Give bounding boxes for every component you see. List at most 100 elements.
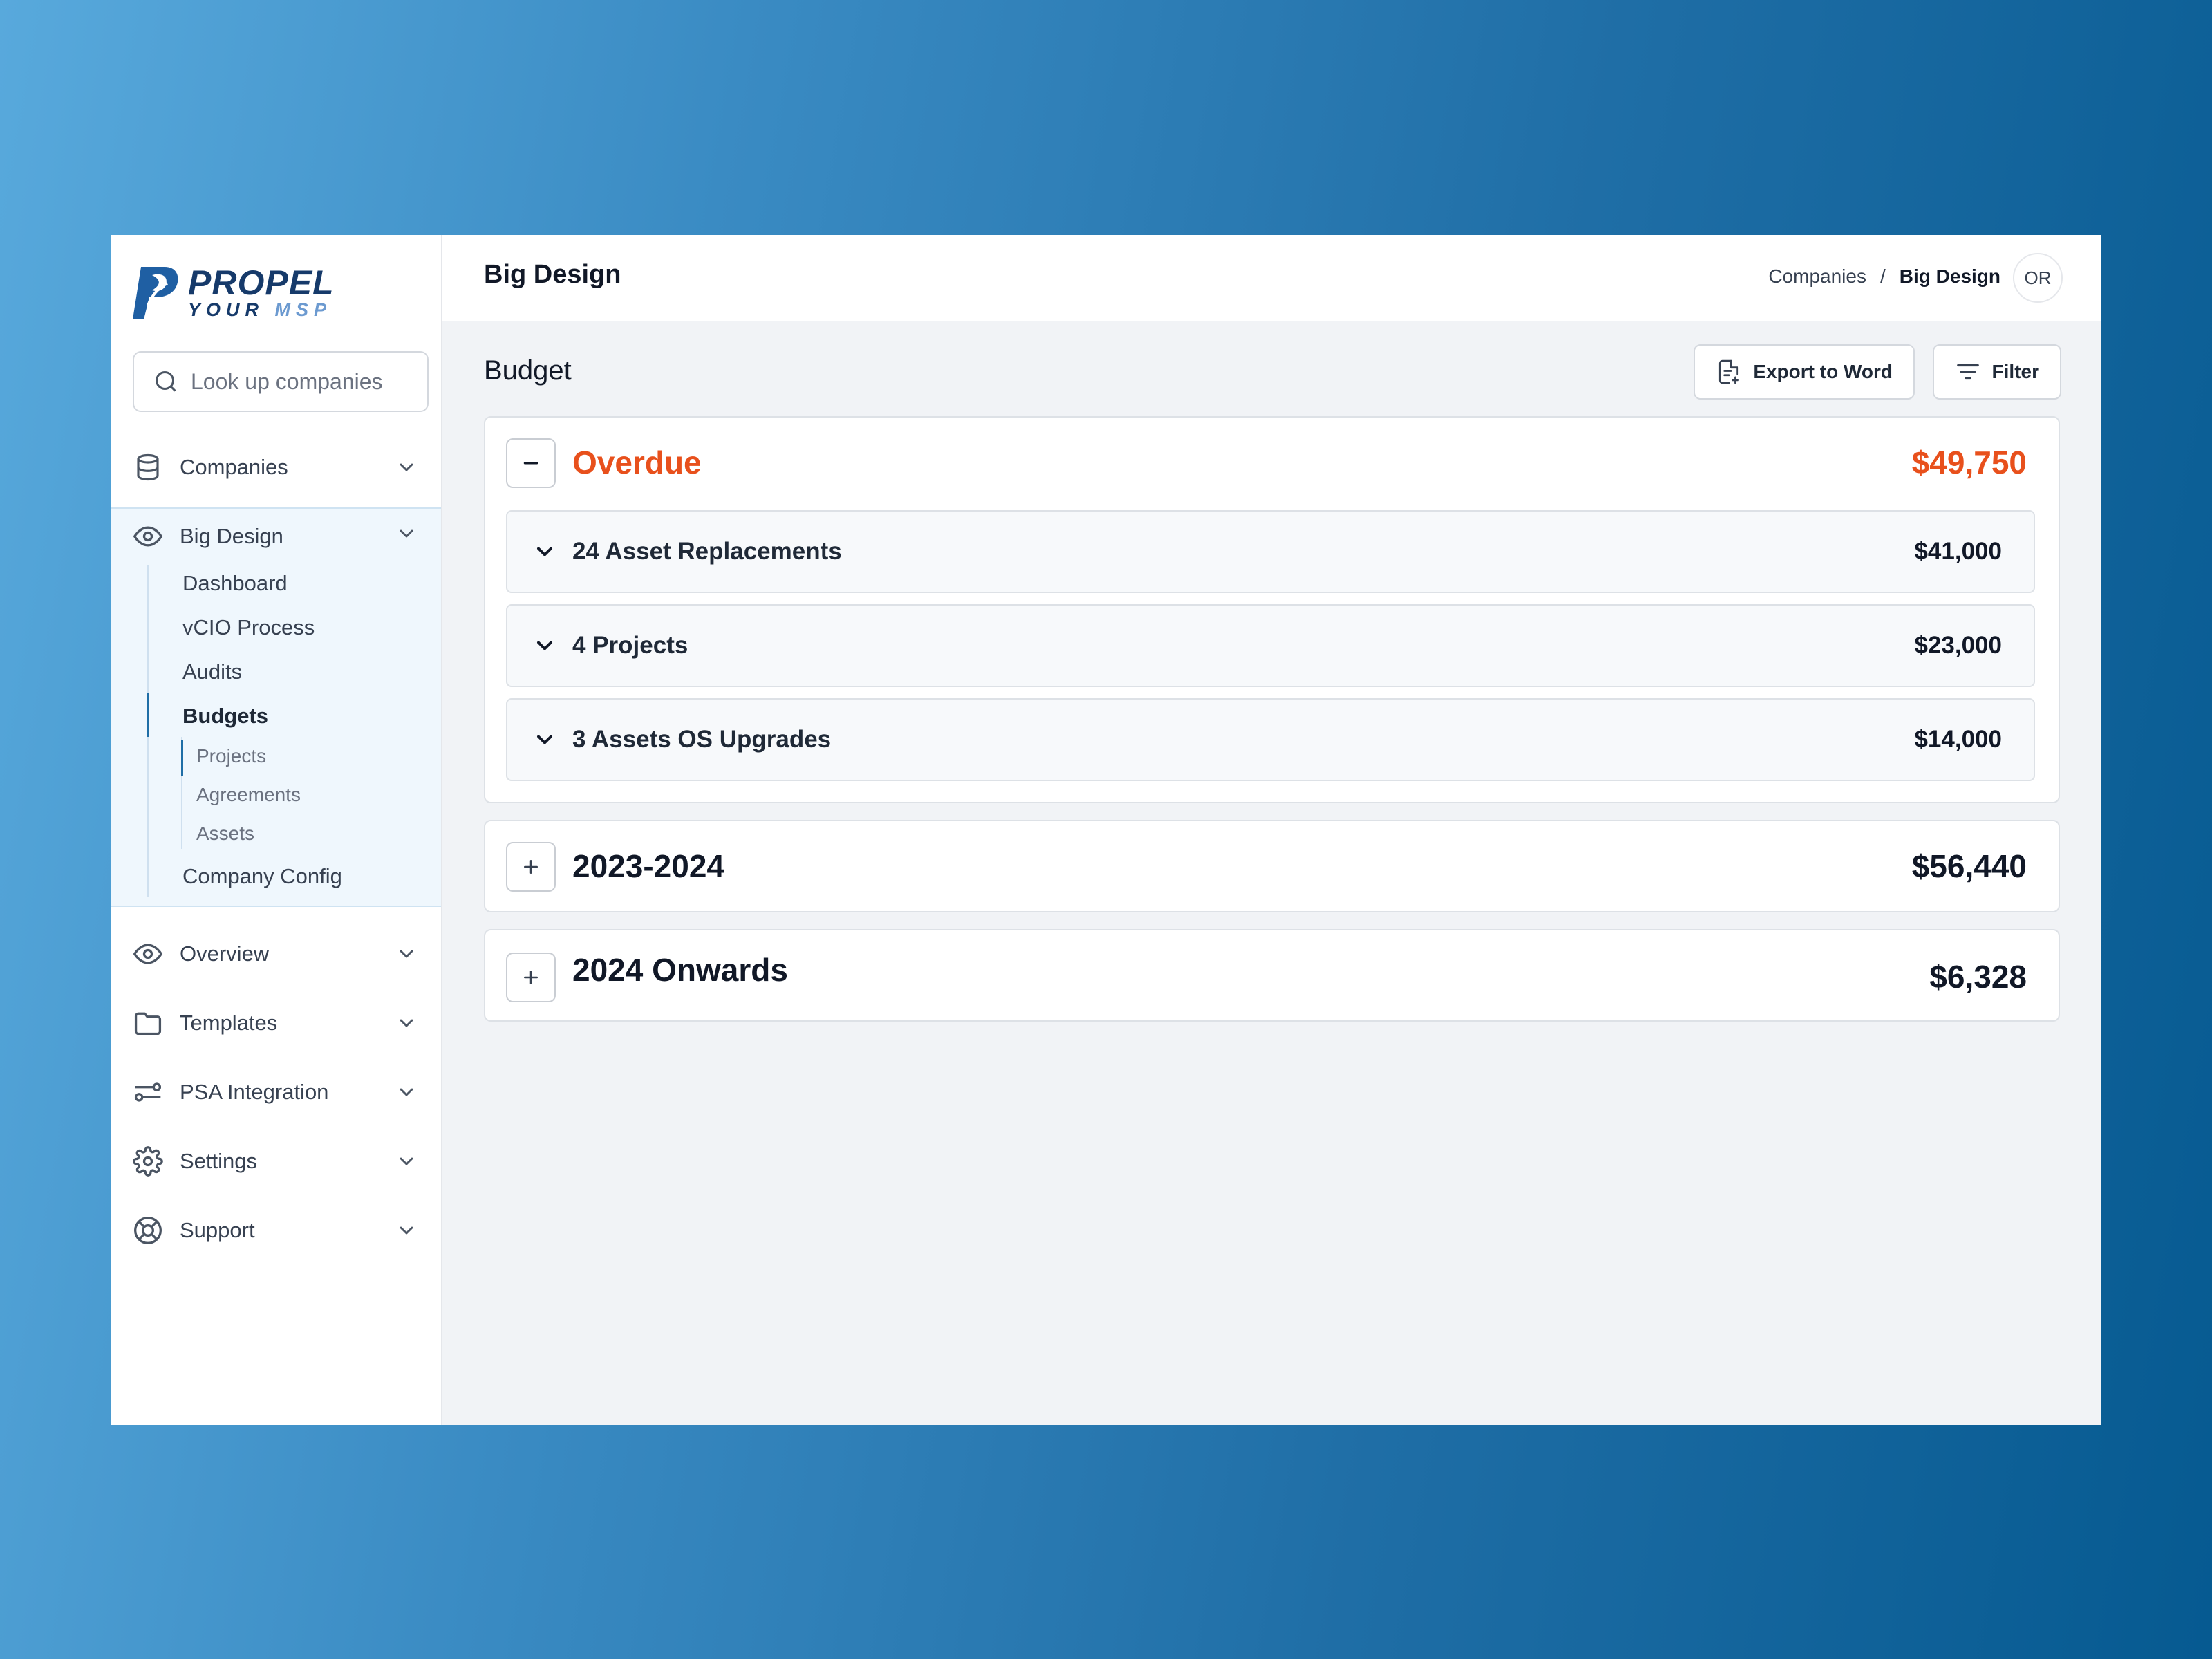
breadcrumb-current: Big Design xyxy=(1899,265,2000,287)
sidebar-item-companies[interactable]: Companies xyxy=(111,440,441,495)
sidebar-item-support-icon-wrap xyxy=(133,1215,163,1246)
user-avatar[interactable]: OR xyxy=(2013,253,2063,303)
row-expand-chevron[interactable] xyxy=(532,539,557,568)
sidebar-item-settings-chevron[interactable] xyxy=(395,1150,418,1176)
sidebar-item-settings-label: Settings xyxy=(180,1149,258,1173)
2024-onwards-amount: $6,328 xyxy=(1929,959,2027,995)
sidebar-item-big-design[interactable]: Big Design xyxy=(111,509,441,564)
sidebar-subitem-assets[interactable]: Assets xyxy=(196,823,254,845)
chevron-down-icon xyxy=(400,1019,413,1027)
brand-tagline: YOUR MSP xyxy=(188,300,335,319)
row-amount: $41,000 xyxy=(1914,538,2002,565)
folder-icon xyxy=(134,1012,162,1035)
sidebar-item-settings[interactable]: Settings xyxy=(111,1134,441,1189)
breadcrumb: Companies / Big Design xyxy=(1768,265,2000,288)
sidebar-company-block: Big Design Dashboard vCIO Process Audits… xyxy=(111,507,441,907)
sidebar-item-psa-integration-chevron[interactable] xyxy=(395,1081,418,1107)
company-search-input[interactable]: Look up companies xyxy=(133,351,429,412)
integration-icon xyxy=(134,1082,162,1102)
eye-icon xyxy=(133,944,163,964)
expand-icon xyxy=(524,860,538,874)
expand-icon xyxy=(524,971,538,984)
overdue-title: Overdue xyxy=(572,444,702,480)
row-amount: $14,000 xyxy=(1914,726,2002,753)
sidebar-item-templates-chevron[interactable] xyxy=(395,1012,418,1038)
row-expand-chevron[interactable] xyxy=(532,633,557,662)
overdue-collapse-toggle[interactable] xyxy=(506,438,556,488)
sidebar-item-overview-label: Overview xyxy=(180,941,270,966)
sidebar-item-companies-label: Companies xyxy=(180,455,288,479)
search-placeholder: Look up companies xyxy=(191,368,383,394)
budget-card-2023-2024: 2023-2024 $56,440 xyxy=(484,820,2060,912)
budget-row[interactable]: 3 Assets OS Upgrades $14,000 xyxy=(506,698,2035,781)
brand-tagline-your: YOUR xyxy=(188,299,265,320)
budget-row[interactable]: 4 Projects $23,000 xyxy=(506,604,2035,687)
overdue-amount: $49,750 xyxy=(1911,444,2027,480)
row-label: 3 Assets OS Upgrades xyxy=(572,726,832,753)
sidebar-item-companies-chevron[interactable] xyxy=(395,456,418,482)
document-export-icon xyxy=(1719,359,1740,384)
sidebar-subitem-dashboard[interactable]: Dashboard xyxy=(182,571,288,596)
sidebar-item-templates-label: Templates xyxy=(180,1011,278,1035)
collapse-icon xyxy=(523,462,538,465)
export-icon-wrap xyxy=(1716,359,1742,385)
budget-card-2024-onwards: 2024 Onwards $6,328 xyxy=(484,929,2060,1022)
chevron-down-icon xyxy=(537,641,552,650)
big-design-icon-wrap xyxy=(133,521,163,552)
chevron-down-icon xyxy=(400,463,413,471)
sidebar-item-overview[interactable]: Overview xyxy=(111,926,441,982)
chevron-down-icon xyxy=(537,735,552,744)
sidebar: PROPEL YOUR MSP Look up companies Compan… xyxy=(111,235,442,1425)
sidebar-subitem-agreements[interactable]: Agreements xyxy=(196,784,301,806)
sidebar-item-support-label: Support xyxy=(180,1218,255,1242)
sidebar-item-support[interactable]: Support xyxy=(111,1203,441,1258)
brand-logo[interactable]: PROPEL YOUR MSP xyxy=(131,264,335,321)
app-window: PROPEL YOUR MSP Look up companies Compan… xyxy=(111,235,2101,1425)
sidebar-subitem-budgets[interactable]: Budgets xyxy=(182,704,268,729)
sidebar-item-psa-integration-icon-wrap xyxy=(133,1077,163,1107)
brand-name: PROPEL xyxy=(188,263,335,302)
sidebar-subitem-projects[interactable]: Projects xyxy=(196,745,266,767)
big-design-label: Big Design xyxy=(180,524,283,548)
budget-title: Budget xyxy=(484,355,572,386)
export-to-word-button[interactable]: Export to Word xyxy=(1694,344,1915,400)
sidebar-item-overview-icon-wrap xyxy=(133,939,163,969)
chevron-down-icon xyxy=(400,529,413,538)
sidebar-subitem-company-config[interactable]: Company Config xyxy=(182,864,342,889)
chevron-down-icon xyxy=(400,1088,413,1096)
chevron-down-icon xyxy=(537,547,552,556)
breadcrumb-companies[interactable]: Companies xyxy=(1768,265,1866,288)
row-amount: $23,000 xyxy=(1914,632,2002,659)
page-title: Big Design xyxy=(484,260,621,289)
big-design-chevron[interactable] xyxy=(395,523,418,548)
main-content: Big Design Companies / Big Design OR Bud… xyxy=(442,235,2101,1425)
sidebar-item-templates[interactable]: Templates xyxy=(111,995,441,1051)
search-icon xyxy=(156,371,176,392)
sidebar-item-psa-integration-label: PSA Integration xyxy=(180,1080,329,1104)
chevron-down-icon xyxy=(400,950,413,958)
top-bar: Big Design Companies / Big Design OR xyxy=(442,235,2101,321)
active-indicator xyxy=(147,693,149,737)
sidebar-item-companies-icon-wrap xyxy=(133,452,163,482)
2024-onwards-expand-toggle[interactable] xyxy=(506,953,556,1002)
lifebuoy-icon xyxy=(134,1217,162,1244)
row-label: 24 Asset Replacements xyxy=(572,538,842,565)
sidebar-item-support-chevron[interactable] xyxy=(395,1219,418,1245)
breadcrumb-separator: / xyxy=(1880,265,1886,287)
export-label: Export to Word xyxy=(1753,361,1893,382)
gear-icon xyxy=(133,1146,163,1177)
budget-card-overdue: Overdue $49,750 24 Asset Replacements $4… xyxy=(484,416,2060,803)
filter-label: Filter xyxy=(1991,361,2039,382)
sidebar-subitem-audits[interactable]: Audits xyxy=(182,659,242,684)
sidebar-subitem-vcio-process[interactable]: vCIO Process xyxy=(182,615,315,640)
budget-row[interactable]: 24 Asset Replacements $41,000 xyxy=(506,510,2035,593)
row-expand-chevron[interactable] xyxy=(532,727,557,756)
filter-icon-wrap xyxy=(1955,359,1981,385)
filter-button[interactable]: Filter xyxy=(1932,344,2061,400)
sidebar-item-psa-integration[interactable]: PSA Integration xyxy=(111,1065,441,1120)
2023-2024-expand-toggle[interactable] xyxy=(506,842,556,892)
propel-logo-icon xyxy=(133,267,178,319)
sidebar-item-overview-chevron[interactable] xyxy=(395,943,418,968)
sidebar-item-templates-icon-wrap xyxy=(133,1008,163,1038)
sidebar-item-settings-icon-wrap xyxy=(133,1146,163,1177)
